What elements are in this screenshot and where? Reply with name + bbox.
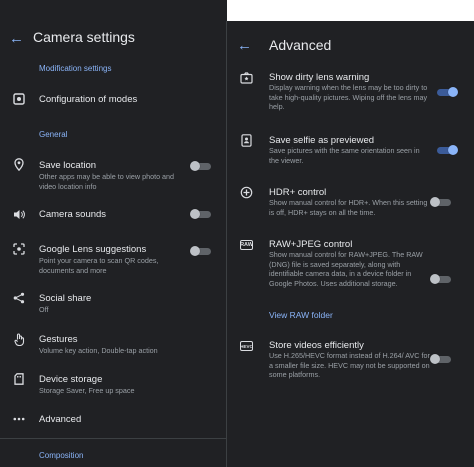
view-raw-folder-link[interactable]: View RAW folder: [269, 310, 333, 320]
section-divider: [0, 438, 227, 439]
camera-settings-title: Camera settings: [33, 29, 135, 45]
selfie-icon: [239, 133, 253, 147]
hdr-label: HDR+ control: [269, 187, 327, 198]
raw-toggle[interactable]: [430, 274, 452, 284]
dirty-lens-desc: Display warning when the lens may be too…: [269, 83, 428, 111]
hevc-toggle[interactable]: [430, 354, 452, 364]
volume-icon: [12, 207, 26, 221]
storage-icon: [12, 372, 26, 386]
lens-suggestions-toggle[interactable]: [190, 246, 212, 256]
hevc-desc: Use H.265/HEVC format instead of H.264/ …: [269, 351, 430, 379]
location-pin-icon: [12, 157, 26, 171]
hevc-label: Store videos efficiently: [269, 340, 364, 351]
hdr-toggle[interactable]: [430, 197, 452, 207]
social-share-desc: Off: [39, 305, 49, 314]
save-location-toggle[interactable]: [190, 161, 212, 171]
save-location-label: Save location: [39, 160, 97, 171]
selfie-toggle[interactable]: [436, 145, 458, 155]
dirty-lens-label: Show dirty lens warning: [269, 72, 370, 83]
camera-sounds-toggle[interactable]: [190, 209, 212, 219]
advanced-title: Advanced: [269, 37, 332, 53]
camera-settings-panel: ← Camera settings Modification settings …: [0, 0, 227, 467]
tune-icon: [12, 92, 26, 106]
back-arrow-icon[interactable]: ←: [9, 31, 24, 46]
advanced-label: Advanced: [39, 414, 82, 425]
raw-label: RAW+JPEG control: [269, 239, 353, 250]
gestures-label: Gestures: [39, 334, 78, 345]
section-general: General: [39, 130, 68, 139]
social-share-label: Social share: [39, 293, 92, 304]
share-icon: [12, 291, 26, 305]
section-composition: Composition: [39, 451, 84, 460]
gestures-desc: Volume key action, Double-tap action: [39, 346, 158, 355]
raw-desc: Show manual control for RAW+JPEG. The RA…: [269, 250, 423, 288]
lens-suggestions-label: Google Lens suggestions: [39, 244, 147, 255]
advanced-panel: ← Advanced Show dirty lens warning Displ…: [227, 21, 474, 467]
hdr-desc: Show manual control for HDR+. When this …: [269, 198, 428, 217]
back-arrow-icon[interactable]: ←: [237, 38, 252, 53]
hevc-icon: HEVC: [240, 341, 253, 351]
selfie-desc: Save pictures with the same orientation …: [269, 146, 420, 165]
raw-icon: RAW: [240, 240, 253, 250]
save-location-desc: Other apps may be able to view photo and…: [39, 172, 175, 191]
selfie-label: Save selfie as previewed: [269, 135, 375, 146]
lens-icon: [12, 242, 26, 256]
dirty-lens-toggle[interactable]: [436, 87, 458, 97]
hdr-icon: [239, 185, 253, 199]
section-modification-settings: Modification settings: [39, 64, 112, 73]
dirty-lens-icon: [239, 71, 253, 85]
device-storage-label: Device storage: [39, 374, 103, 385]
more-dots-icon: [12, 412, 26, 426]
camera-sounds-label: Camera sounds: [39, 209, 107, 220]
lens-suggestions-desc: Point your camera to scan QR codes, docu…: [39, 256, 159, 275]
gesture-hand-icon: [12, 332, 26, 346]
device-storage-desc: Storage Saver, Free up space: [39, 386, 135, 395]
config-modes-label: Configuration of modes: [39, 94, 138, 105]
